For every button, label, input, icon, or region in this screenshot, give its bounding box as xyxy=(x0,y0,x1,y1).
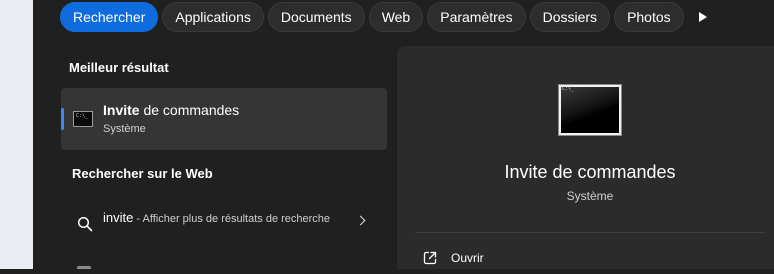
web-search-suggestion: - Afficher plus de résultats de recherch… xyxy=(133,213,331,225)
command-prompt-large-icon: C:\_ xyxy=(558,84,622,136)
selection-indicator xyxy=(61,108,64,130)
best-match-subtitle: Système xyxy=(103,123,146,135)
tab-rechercher[interactable]: Rechercher xyxy=(60,2,159,32)
search-panel: Rechercher Applications Documents Web Pa… xyxy=(33,0,774,269)
more-tabs-button[interactable] xyxy=(688,2,718,32)
tab-web[interactable]: Web xyxy=(368,2,424,32)
chevron-right-icon xyxy=(355,215,366,226)
tab-photos[interactable]: Photos xyxy=(614,2,684,32)
filter-tabs: Rechercher Applications Documents Web Pa… xyxy=(60,2,718,32)
tab-documents[interactable]: Documents xyxy=(267,2,365,32)
play-icon xyxy=(698,12,707,22)
preview-divider xyxy=(415,232,765,233)
preview-title: Invite de commandes xyxy=(504,162,676,182)
best-match-item[interactable]: C:\_ Invite de commandes Système xyxy=(61,88,387,150)
best-match-title-rest: de commandes xyxy=(139,102,240,118)
open-action-label: Ouvrir xyxy=(451,251,484,265)
open-external-icon xyxy=(423,251,437,265)
tab-dossiers[interactable]: Dossiers xyxy=(529,2,611,32)
command-prompt-screen xyxy=(561,87,619,133)
preview-subtitle: Système xyxy=(566,189,614,203)
tab-parametres[interactable]: Paramètres xyxy=(427,2,526,32)
preview-pane: C:\_ Invite de commandes Système Ouvrir xyxy=(397,46,774,269)
web-search-query: invite xyxy=(103,210,134,225)
command-prompt-icon: C:\_ xyxy=(73,111,93,127)
best-match-heading: Meilleur résultat xyxy=(69,60,169,75)
best-match-title: Invite de commandes xyxy=(103,102,239,118)
command-prompt-glyph-large: C:\_ xyxy=(562,86,575,92)
tab-applications[interactable]: Applications xyxy=(162,2,264,32)
web-search-heading: Rechercher sur le Web xyxy=(72,166,213,181)
command-prompt-glyph: C:\_ xyxy=(76,113,89,119)
search-icon xyxy=(77,216,93,232)
web-search-item[interactable]: invite - Afficher plus de résultats de r… xyxy=(61,200,387,250)
desktop-background-strip xyxy=(0,0,33,269)
best-match-title-highlight: Invite xyxy=(103,102,140,118)
web-search-text: invite - Afficher plus de résultats de r… xyxy=(103,207,333,230)
